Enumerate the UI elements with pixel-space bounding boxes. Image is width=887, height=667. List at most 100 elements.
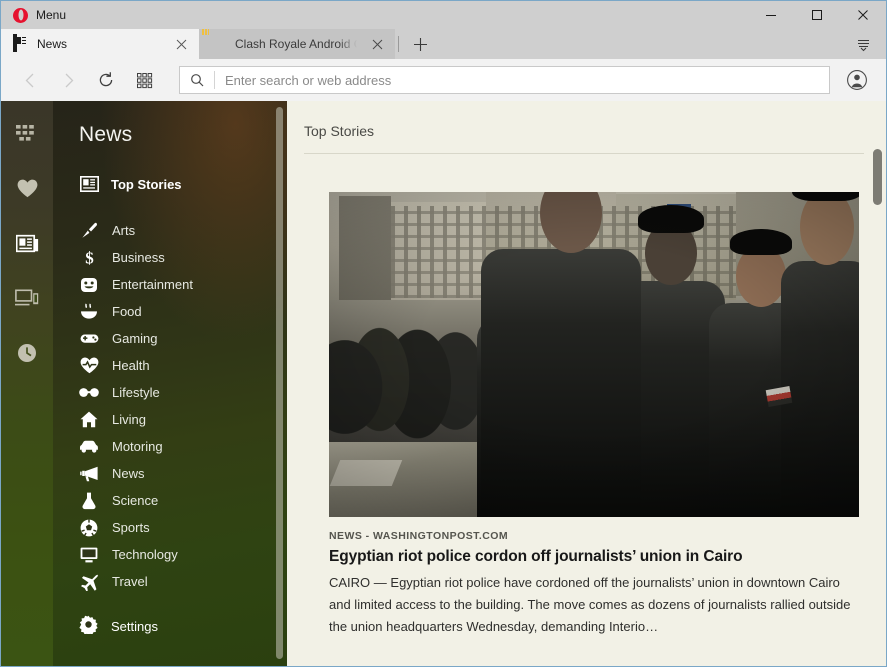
reload-button[interactable] <box>87 64 125 96</box>
gamepad-icon <box>79 329 99 349</box>
sidebar-item-news[interactable]: News <box>53 460 287 487</box>
sidebar-title: News <box>79 123 133 146</box>
sunglasses-icon <box>79 383 99 403</box>
sidebar-item-lifestyle[interactable]: Lifestyle <box>53 379 287 406</box>
article-title[interactable]: Egyptian riot police cordon off journali… <box>329 548 859 566</box>
rail-item-history[interactable] <box>7 339 47 367</box>
tab-title: Clash Royale Android Gam <box>235 37 357 51</box>
search-icon <box>180 67 214 93</box>
sidebar-item-technology[interactable]: Technology <box>53 541 287 568</box>
new-tab-button[interactable] <box>405 29 435 59</box>
grid-icon <box>16 125 38 141</box>
tab-separator <box>398 36 399 52</box>
tab-title: News <box>37 37 68 51</box>
opera-menu-button[interactable]: Menu <box>1 1 78 29</box>
sidebar-item-motoring[interactable]: Motoring <box>53 433 287 460</box>
rail-item-bookmarks[interactable] <box>7 174 47 202</box>
tab-close-button[interactable] <box>365 31 389 57</box>
home-icon <box>79 410 99 430</box>
clash-royale-favicon <box>211 36 227 52</box>
bowl-icon <box>79 302 99 322</box>
sidebar-item-label: Arts <box>112 223 136 238</box>
sidebar-item-label: Sports <box>112 520 150 535</box>
menu-label: Menu <box>36 8 67 22</box>
sidebar-item-gaming[interactable]: Gaming <box>53 325 287 352</box>
opera-browser-window: Menu News Clash Royale Android Gam <box>0 0 887 667</box>
svg-text:$: $ <box>85 249 94 267</box>
main-scrollbar-thumb[interactable] <box>873 149 882 205</box>
sidebar-item-living[interactable]: Living <box>53 406 287 433</box>
tab-menu-button[interactable] <box>848 31 878 57</box>
brush-icon <box>79 221 99 241</box>
back-button[interactable] <box>11 64 49 96</box>
rail-item-news[interactable] <box>7 229 47 257</box>
title-bar: Menu <box>1 1 886 29</box>
maximize-button[interactable] <box>794 1 840 29</box>
article-source: NEWS - WASHINGTONPOST.COM <box>329 530 509 542</box>
sidebar-item-settings[interactable]: Settings <box>53 613 287 640</box>
main-content-pane: Top Stories NEWS - WASHINGTONPOST.COM Eg… <box>287 101 886 666</box>
minimize-button[interactable] <box>748 1 794 29</box>
speed-dial-button[interactable] <box>125 64 163 96</box>
sidebar-item-top-stories[interactable]: Top Stories <box>53 171 287 197</box>
sidebar-item-label: Travel <box>112 574 148 589</box>
news-favicon <box>13 34 29 52</box>
sidebar-item-sports[interactable]: Sports <box>53 514 287 541</box>
flask-icon <box>79 491 99 511</box>
car-icon <box>79 437 99 457</box>
sidebar-item-food[interactable]: Food <box>53 298 287 325</box>
rail-item-my-flow[interactable] <box>7 284 47 312</box>
sidebar-item-label: Technology <box>112 547 178 562</box>
browser-content: News Top Stories Arts $ Business Enterta… <box>1 101 886 666</box>
news-feed-icon <box>79 174 99 194</box>
forward-button[interactable] <box>49 64 87 96</box>
tab-close-button[interactable] <box>169 31 193 57</box>
sidebar-item-label: Science <box>112 493 159 508</box>
sidebar-item-label: Food <box>112 304 142 319</box>
gear-icon <box>79 615 98 639</box>
heart-pulse-icon <box>79 356 99 376</box>
tab-clash-royale[interactable]: Clash Royale Android Gam <box>199 29 395 59</box>
sidebar-item-label: Living <box>112 412 146 427</box>
sidebar-item-label: Business <box>112 250 165 265</box>
header-divider <box>304 153 864 154</box>
airplane-icon <box>79 572 99 592</box>
dollar-icon: $ <box>79 248 99 268</box>
rail-item-speed-dial[interactable] <box>7 119 47 147</box>
sidebar-item-entertainment[interactable]: Entertainment <box>53 271 287 298</box>
news-icon <box>15 234 39 253</box>
sidebar-item-health[interactable]: Health <box>53 352 287 379</box>
sidebar-item-label: Settings <box>111 619 158 634</box>
sidebar-item-label: Entertainment <box>112 277 193 292</box>
page-title: Top Stories <box>304 123 375 139</box>
sidebar-item-travel[interactable]: Travel <box>53 568 287 595</box>
address-input[interactable] <box>215 67 829 93</box>
tab-news[interactable]: News <box>1 29 199 59</box>
sidebar-item-arts[interactable]: Arts <box>53 217 287 244</box>
sidebar-item-label: Health <box>112 358 150 373</box>
article-excerpt: CAIRO — Egyptian riot police have cordon… <box>329 575 851 634</box>
sidebar-item-label: News <box>112 466 145 481</box>
sidebar-scrollbar-thumb[interactable] <box>276 107 283 659</box>
sidebar-item-label: Motoring <box>112 439 163 454</box>
navigation-toolbar <box>1 59 886 101</box>
sidebar-item-science[interactable]: Science <box>53 487 287 514</box>
riot-police-photo <box>329 192 859 517</box>
article-card[interactable]: NEWS - WASHINGTONPOST.COM Egyptian riot … <box>329 192 859 638</box>
theater-mask-icon <box>79 275 99 295</box>
close-button[interactable] <box>840 1 886 29</box>
sidebar-item-label: Gaming <box>112 331 158 346</box>
clock-icon <box>17 343 37 363</box>
heart-icon <box>17 179 38 198</box>
soccer-ball-icon <box>79 518 99 538</box>
monitor-icon <box>79 545 99 565</box>
sidebar-item-label: Lifestyle <box>112 385 160 400</box>
sidebar-category-list: Arts $ Business Entertainment Food Gamin… <box>53 217 287 595</box>
devices-icon <box>15 289 39 307</box>
sidebar-item-business[interactable]: $ Business <box>53 244 287 271</box>
address-bar[interactable] <box>179 66 830 94</box>
opera-logo-icon <box>13 7 28 23</box>
profile-button[interactable] <box>838 63 876 97</box>
window-controls <box>748 1 886 29</box>
megaphone-icon <box>79 464 99 484</box>
